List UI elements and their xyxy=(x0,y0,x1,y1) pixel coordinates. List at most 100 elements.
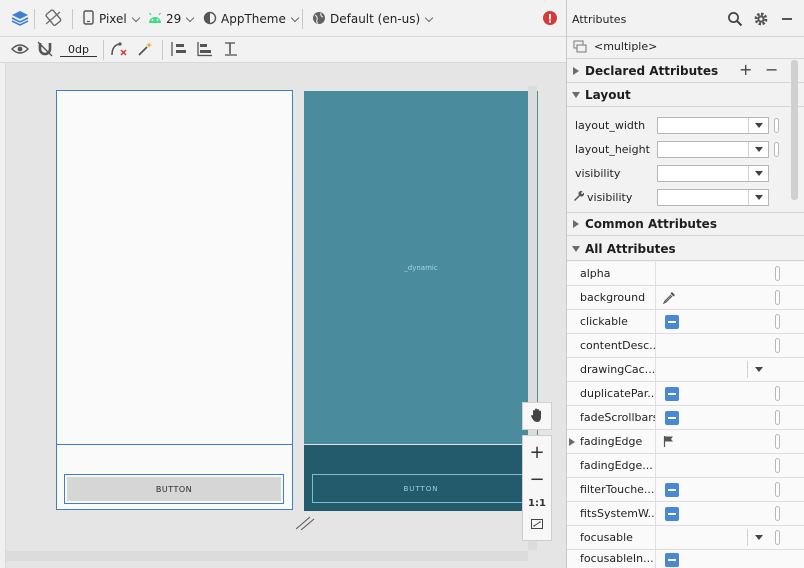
layout-width-combo[interactable] xyxy=(657,116,769,134)
resource-picker-button[interactable] xyxy=(775,386,780,401)
resource-picker-button[interactable] xyxy=(775,482,780,497)
guidelines-icon xyxy=(222,41,240,60)
resource-picker-button[interactable] xyxy=(774,117,779,133)
orientation-button[interactable] xyxy=(44,8,62,30)
eyedropper-icon[interactable] xyxy=(662,291,676,307)
magic-wand-icon xyxy=(137,41,153,60)
visibility-row: visibility xyxy=(567,161,804,185)
clear-constraints-button[interactable] xyxy=(110,40,128,60)
magnet-off-icon xyxy=(37,41,53,60)
zoom-in-button[interactable]: + xyxy=(529,444,544,462)
pack-button[interactable] xyxy=(170,40,188,60)
resource-picker-button[interactable] xyxy=(774,141,779,157)
theme-selector[interactable]: AppTheme xyxy=(203,9,300,29)
align-button[interactable] xyxy=(196,40,214,60)
attribute-label: alpha xyxy=(580,267,611,280)
dropdown-arrow-icon[interactable] xyxy=(748,189,768,205)
tristate-checkbox[interactable] xyxy=(665,387,679,401)
attr-row-filtertouches[interactable]: filterTouche... xyxy=(567,478,804,502)
chevron-down-icon xyxy=(290,13,300,22)
resource-picker-button[interactable] xyxy=(775,410,780,425)
resource-picker-button[interactable] xyxy=(775,506,780,521)
visibility-combo[interactable] xyxy=(657,164,769,182)
add-attribute-button[interactable]: + xyxy=(739,60,752,79)
attr-row-contentdescription[interactable]: contentDesc... xyxy=(567,334,804,358)
section-declared-attributes[interactable]: Declared Attributes + − xyxy=(567,59,804,83)
resource-picker-button[interactable] xyxy=(775,290,780,305)
dropdown-arrow-icon[interactable] xyxy=(747,361,769,378)
zoom-out-button[interactable]: − xyxy=(529,471,544,489)
hand-icon xyxy=(530,407,544,426)
attributes-scrollbar[interactable] xyxy=(791,60,798,200)
layout-width-row: layout_width xyxy=(567,113,804,137)
attr-row-duplicateparent[interactable]: duplicatePar... xyxy=(567,382,804,406)
remove-attribute-button[interactable]: − xyxy=(765,60,778,79)
section-layout[interactable]: Layout xyxy=(567,83,804,107)
pan-button[interactable] xyxy=(522,402,552,430)
expand-arrow-icon[interactable] xyxy=(569,438,575,446)
rotate-device-icon xyxy=(44,8,62,30)
design-button[interactable]: BUTTON xyxy=(67,477,281,501)
search-icon[interactable] xyxy=(727,11,743,27)
attr-row-clickable[interactable]: clickable xyxy=(567,310,804,334)
dropdown-arrow-icon[interactable] xyxy=(748,141,768,157)
dynamic-view-selection[interactable] xyxy=(56,90,293,445)
blueprint-button[interactable]: BUTTON xyxy=(312,474,530,503)
attr-row-alpha[interactable]: alpha xyxy=(567,262,804,286)
dropdown-arrow-icon[interactable] xyxy=(747,529,769,546)
locale-label: Default (en-us) xyxy=(330,12,421,26)
error-indicator[interactable] xyxy=(543,9,557,29)
guidelines-button[interactable] xyxy=(222,40,240,60)
resource-picker-button[interactable] xyxy=(775,338,780,353)
tristate-checkbox[interactable] xyxy=(665,507,679,521)
api-level-label: 29 xyxy=(166,12,182,26)
section-common-attributes[interactable]: Common Attributes xyxy=(567,212,804,236)
tristate-checkbox[interactable] xyxy=(665,483,679,497)
resource-picker-button[interactable] xyxy=(775,434,780,449)
clear-constraints-icon xyxy=(110,41,128,60)
attr-row-fadingedgelength[interactable]: fadingEdge... xyxy=(567,454,804,478)
tristate-checkbox[interactable] xyxy=(665,411,679,425)
infer-constraints-button[interactable] xyxy=(137,40,153,60)
api-level-selector[interactable]: 29 xyxy=(148,9,195,29)
tristate-checkbox[interactable] xyxy=(665,553,679,567)
view-options-button[interactable] xyxy=(11,40,29,60)
zoom-actual-size-button[interactable]: 1:1 xyxy=(528,498,546,509)
locale-selector[interactable]: Default (en-us) xyxy=(312,9,434,29)
flag-icon[interactable] xyxy=(663,435,675,451)
tristate-checkbox[interactable] xyxy=(665,315,679,329)
attribute-label: background xyxy=(580,291,646,304)
attr-row-fitssystemwindows[interactable]: fitsSystemW... xyxy=(567,502,804,526)
section-title: Layout xyxy=(585,87,631,102)
dropdown-arrow-icon[interactable] xyxy=(748,117,768,133)
tools-visibility-combo[interactable] xyxy=(657,188,769,206)
attr-row-background[interactable]: background xyxy=(567,286,804,310)
zoom-to-fit-button[interactable] xyxy=(531,518,543,532)
resource-picker-button[interactable] xyxy=(775,314,780,329)
section-all-attributes[interactable]: All Attributes xyxy=(567,237,804,261)
resource-picker-button[interactable] xyxy=(775,458,780,473)
attr-row-fadescrollbars[interactable]: fadeScrollbars xyxy=(567,406,804,430)
default-margin-control[interactable]: 0dp xyxy=(60,40,97,60)
resize-handle[interactable] xyxy=(295,516,316,531)
layout-height-combo[interactable] xyxy=(657,140,769,158)
device-selector[interactable]: Pixel xyxy=(83,9,141,29)
layout-height-row: layout_height xyxy=(567,137,804,161)
dropdown-arrow-icon[interactable] xyxy=(748,165,768,181)
design-surface-button[interactable] xyxy=(11,9,29,29)
autoconnect-toggle[interactable] xyxy=(37,40,53,60)
attr-row-fadingedge[interactable]: fadingEdge xyxy=(567,430,804,454)
attributes-title: Attributes xyxy=(572,13,627,26)
resource-picker-button[interactable] xyxy=(775,530,780,545)
resource-picker-button[interactable] xyxy=(775,266,780,281)
attribute-label: focusableIn... xyxy=(580,552,654,565)
zoom-panel: + − 1:1 xyxy=(522,402,552,542)
attr-row-drawingcache[interactable]: drawingCac... xyxy=(567,358,804,382)
chevron-down-icon xyxy=(131,13,141,22)
attr-row-focusableintouchmode[interactable]: focusableIn... xyxy=(567,550,804,568)
minimize-icon[interactable] xyxy=(779,11,795,27)
attr-row-focusable[interactable]: focusable xyxy=(567,526,804,550)
gear-icon[interactable] xyxy=(753,11,769,27)
canvas-horizontal-scrollbar[interactable] xyxy=(6,551,528,561)
attribute-label: fadingEdge... xyxy=(580,459,653,472)
